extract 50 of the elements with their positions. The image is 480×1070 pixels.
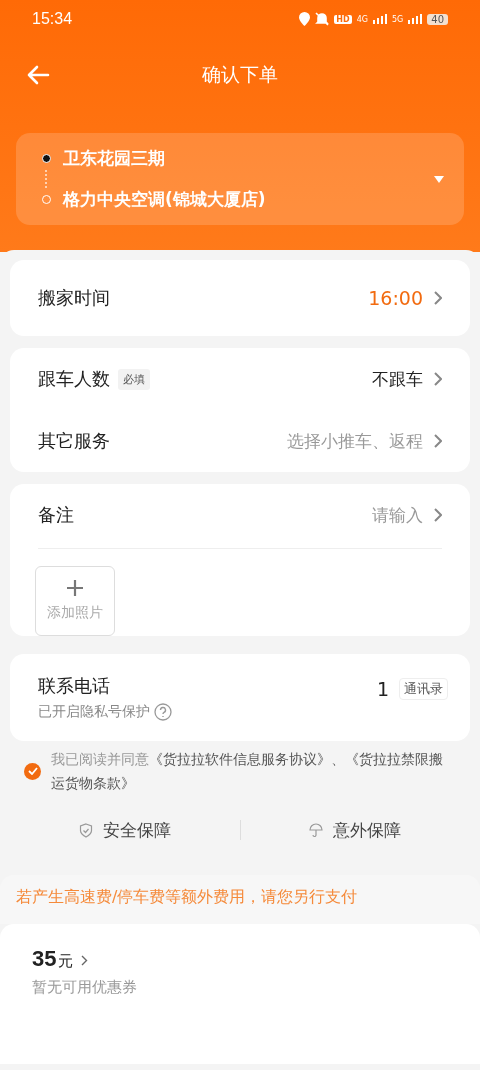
network-label: 4G <box>356 14 368 24</box>
option-row[interactable]: 其它服务 选择小推车、返程 <box>10 410 470 472</box>
check-icon <box>27 767 38 775</box>
agreement-text: 我已阅读并同意《货拉拉软件信息服务协议》、《货拉拉禁限搬运货物条款》 <box>51 750 444 793</box>
network-label: 5G <box>391 14 404 24</box>
route-connector <box>45 170 49 188</box>
row-label: 备注 <box>38 503 74 527</box>
remarks-placeholder: 请输入 <box>372 503 423 527</box>
notice-text: 若产生高速费/停车费等额外费用，请您另行支付 <box>16 887 358 906</box>
coupon-note: 暂无可用优惠券 <box>32 978 138 997</box>
move-time-row[interactable]: 搬家时间 16:00 <box>10 260 470 336</box>
contacts-button[interactable]: 通讯录 <box>399 677 448 700</box>
price-detail-link[interactable]: 35元 <box>32 946 448 972</box>
back-arrow-icon[interactable] <box>26 65 50 85</box>
guarantee-label[interactable]: 意外保障 <box>333 818 402 842</box>
help-icon[interactable] <box>154 703 172 721</box>
required-tag: 必填 <box>118 368 150 390</box>
agree-checkbox[interactable] <box>24 762 41 780</box>
umbrella-icon <box>309 822 324 838</box>
muted-bell-icon <box>315 12 330 26</box>
row-value: 选择小推车、返程 <box>287 429 423 453</box>
remarks-row[interactable]: 备注 请输入 <box>10 484 470 546</box>
address-text: 格力中央空调(锦城大厦店) <box>63 188 266 211</box>
plus-icon <box>67 580 83 596</box>
row-label: 其它服务 <box>38 429 110 453</box>
phone-number: 1 <box>376 677 389 700</box>
chevron-right-icon <box>433 508 442 522</box>
shield-check-icon <box>78 822 93 838</box>
chevron-right-icon <box>433 372 442 386</box>
chevron-right-icon <box>433 291 442 305</box>
chevron-right-icon <box>81 955 89 966</box>
address-text: 卫东花园三期 <box>63 147 165 170</box>
option-row[interactable]: 跟车人数 必填 不跟车 <box>10 348 470 410</box>
signal-icon <box>372 14 387 24</box>
hd-indicator: HD <box>334 14 352 24</box>
row-value: 不跟车 <box>372 367 423 391</box>
battery-level: 40 <box>427 13 448 25</box>
page-title: 确认下单 <box>202 62 278 87</box>
signal-icon <box>408 14 423 24</box>
status-time: 15:34 <box>32 10 73 28</box>
start-dot <box>42 154 51 163</box>
privacy-note: 已开启隐私号保护 <box>38 703 150 721</box>
row-label: 联系电话 <box>38 674 111 698</box>
row-label: 跟车人数 <box>38 367 110 391</box>
time-value: 16:00 <box>368 287 423 309</box>
location-icon <box>299 12 311 26</box>
guarantee-label[interactable]: 安全保障 <box>102 818 171 842</box>
dropdown-icon[interactable] <box>434 175 444 183</box>
chevron-right-icon <box>433 434 442 448</box>
row-label: 搬家时间 <box>38 286 110 310</box>
